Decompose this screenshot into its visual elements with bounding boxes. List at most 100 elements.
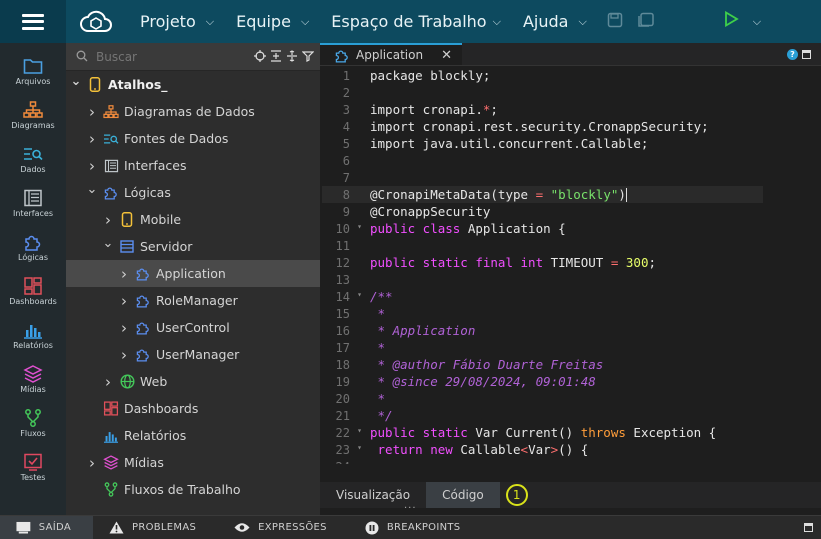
code-area[interactable]: 1 package blockly; 2 3 import cronapi.*; 4 imp… xyxy=(322,67,763,464)
menu-equipe[interactable]: Equipe ⌵ xyxy=(236,12,309,31)
chevron-down-icon[interactable]: ⌄ xyxy=(70,74,82,89)
tree-item-rolemanager[interactable]: › RoleManager xyxy=(66,287,320,314)
server-icon xyxy=(118,239,136,255)
resize-dots-icon[interactable]: ··· xyxy=(404,503,417,514)
code-token: /** xyxy=(370,289,393,304)
sidebar-item-midias[interactable]: Mídias xyxy=(0,356,66,400)
tree-item-usermanager[interactable]: › UserManager xyxy=(66,341,320,368)
tab-codigo[interactable]: Código xyxy=(426,482,500,508)
tree-item-dashboards[interactable]: Dashboards xyxy=(66,395,320,422)
sidebar-item-testes[interactable]: Testes xyxy=(0,444,66,488)
code-line[interactable]: 5 import java.util.concurrent.Callable; xyxy=(322,135,763,152)
sidebar-item-dados[interactable]: Dados xyxy=(0,136,66,180)
tree-item-l-gicas[interactable]: ⌄ Lógicas xyxy=(66,179,320,206)
code-line[interactable]: 12 public static final int TIMEOUT = 300; xyxy=(322,254,763,271)
chevron-down-icon[interactable]: ⌄ xyxy=(102,236,114,251)
menu-projeto[interactable]: Projeto ⌵ xyxy=(140,12,214,31)
chevron-down-icon[interactable]: ⌄ xyxy=(86,182,98,197)
code-line[interactable]: 23 ▾ return new Callable<Var>() { xyxy=(322,441,763,458)
chevron-right-icon[interactable]: › xyxy=(102,373,114,391)
fold-toggle-icon[interactable]: ▾ xyxy=(357,426,362,435)
line-number: 6 xyxy=(322,154,356,168)
close-icon[interactable]: ✕ xyxy=(441,48,452,63)
fold-toggle-icon[interactable]: ▾ xyxy=(357,443,362,452)
help-icon[interactable]: ? xyxy=(787,48,798,60)
media-icon xyxy=(23,364,43,383)
tab-application[interactable]: Application ✕ xyxy=(320,43,462,65)
tree-item-web[interactable]: › Web xyxy=(66,368,320,395)
save-all-icon[interactable] xyxy=(637,12,655,32)
tree-search-input[interactable] xyxy=(96,49,246,64)
status-expressoes[interactable]: EXPRESSÕES xyxy=(218,516,349,539)
run-dropdown-chevron-icon[interactable]: ⌵ xyxy=(753,15,761,29)
menu-espaco-de-trabalho[interactable]: Espaço de Trabalho ⌵ xyxy=(331,12,501,31)
tree-item-usercontrol[interactable]: › UserControl xyxy=(66,314,320,341)
tree-item-label: Lógicas xyxy=(124,185,171,200)
status-maximize[interactable] xyxy=(804,516,821,539)
code-text: public static Var Current() throws Excep… xyxy=(356,425,716,440)
chevron-right-icon[interactable]: › xyxy=(102,211,114,229)
fold-toggle-icon[interactable]: ▾ xyxy=(357,222,362,231)
code-line[interactable]: 4 import cronapi.rest.security.CronappSec… xyxy=(322,118,763,135)
collapse-all-icon[interactable] xyxy=(270,47,282,66)
code-line[interactable]: 13 xyxy=(322,271,763,288)
code-line[interactable]: 22 ▾ public static Var Current() throws Ex… xyxy=(322,424,763,441)
tree-item-mobile[interactable]: › Mobile xyxy=(66,206,320,233)
tree-item-fluxos-de-trabalho[interactable]: Fluxos de Trabalho xyxy=(66,476,320,503)
sidebar-item-diagramas[interactable]: Diagramas xyxy=(0,92,66,136)
sidebar-item-arquivos[interactable]: Arquivos xyxy=(0,48,66,92)
maximize-icon[interactable] xyxy=(802,49,811,59)
code-line[interactable]: 3 import cronapi.*; xyxy=(322,101,763,118)
run-icon[interactable] xyxy=(723,10,739,32)
sidebar-item-relatorios[interactable]: Relatórios xyxy=(0,312,66,356)
fold-toggle-icon[interactable]: ▾ xyxy=(357,290,362,299)
code-line[interactable]: 11 xyxy=(322,237,763,254)
code-line[interactable]: 19 * @since 29/08/2024, 09:01:48 xyxy=(322,373,763,390)
tree-item-application[interactable]: › Application xyxy=(66,260,320,287)
sidebar-item-logicas[interactable]: Lógicas xyxy=(0,224,66,268)
sidebar-item-dashboards[interactable]: Dashboards xyxy=(0,268,66,312)
status-breakpoints[interactable]: BREAKPOINTS xyxy=(349,516,483,539)
tree-item-m-dias[interactable]: › Mídias xyxy=(66,449,320,476)
expand-all-icon[interactable] xyxy=(286,47,298,66)
code-line[interactable]: 1 package blockly; xyxy=(322,67,763,84)
code-line[interactable]: 17 * xyxy=(322,339,763,356)
save-icon[interactable] xyxy=(607,12,623,32)
sidebar-item-fluxos[interactable]: Fluxos xyxy=(0,400,66,444)
main-menu-button[interactable] xyxy=(0,0,66,43)
chevron-right-icon[interactable]: › xyxy=(118,292,130,310)
code-line[interactable]: 9 @CronappSecurity xyxy=(322,203,763,220)
code-line[interactable]: 16 * Application xyxy=(322,322,763,339)
code-line[interactable]: 6 xyxy=(322,152,763,169)
tree-item-fontes-de-dados[interactable]: › Fontes de Dados xyxy=(66,125,320,152)
code-line[interactable]: 10 ▾ public class Application { xyxy=(322,220,763,237)
chevron-right-icon[interactable]: › xyxy=(86,103,98,121)
chevron-right-icon[interactable]: › xyxy=(118,346,130,364)
code-line[interactable]: 21 */ xyxy=(322,407,763,424)
code-line[interactable]: 2 xyxy=(322,84,763,101)
status-saida[interactable]: SAÍDA xyxy=(0,516,93,539)
code-token: * @author Fábio Duarte Freitas xyxy=(370,357,604,372)
code-line[interactable]: 18 * @author Fábio Duarte Freitas xyxy=(322,356,763,373)
line-number: 2 xyxy=(322,86,356,100)
code-line[interactable]: 20 * xyxy=(322,390,763,407)
chevron-right-icon[interactable]: › xyxy=(86,130,98,148)
status-problemas[interactable]: PROBLEMAS xyxy=(93,516,218,539)
chevron-right-icon[interactable]: › xyxy=(86,157,98,175)
code-line[interactable]: 14 ▾ /** xyxy=(322,288,763,305)
code-line[interactable]: 15 * xyxy=(322,305,763,322)
tree-item-diagramas-de-dados[interactable]: › Diagramas de Dados xyxy=(66,98,320,125)
tree-item-servidor[interactable]: ⌄ Servidor xyxy=(66,233,320,260)
code-line[interactable]: 7 xyxy=(322,169,763,186)
menu-ajuda[interactable]: Ajuda ⌵ xyxy=(523,12,587,31)
tree-item-atalhos[interactable]: ⌄ Atalhos_ xyxy=(66,71,320,98)
tree-item-relat-rios[interactable]: Relatórios xyxy=(66,422,320,449)
chevron-right-icon[interactable]: › xyxy=(118,319,130,337)
locate-icon[interactable] xyxy=(254,47,266,66)
sidebar-item-interfaces[interactable]: Interfaces xyxy=(0,180,66,224)
code-line[interactable]: 8 @CronapiMetaData(type = "blockly") xyxy=(322,186,763,203)
tree-item-interfaces[interactable]: › Interfaces xyxy=(66,152,320,179)
chevron-right-icon[interactable]: › xyxy=(86,454,98,472)
filter-icon[interactable] xyxy=(301,47,315,66)
chevron-right-icon[interactable]: › xyxy=(118,265,130,283)
